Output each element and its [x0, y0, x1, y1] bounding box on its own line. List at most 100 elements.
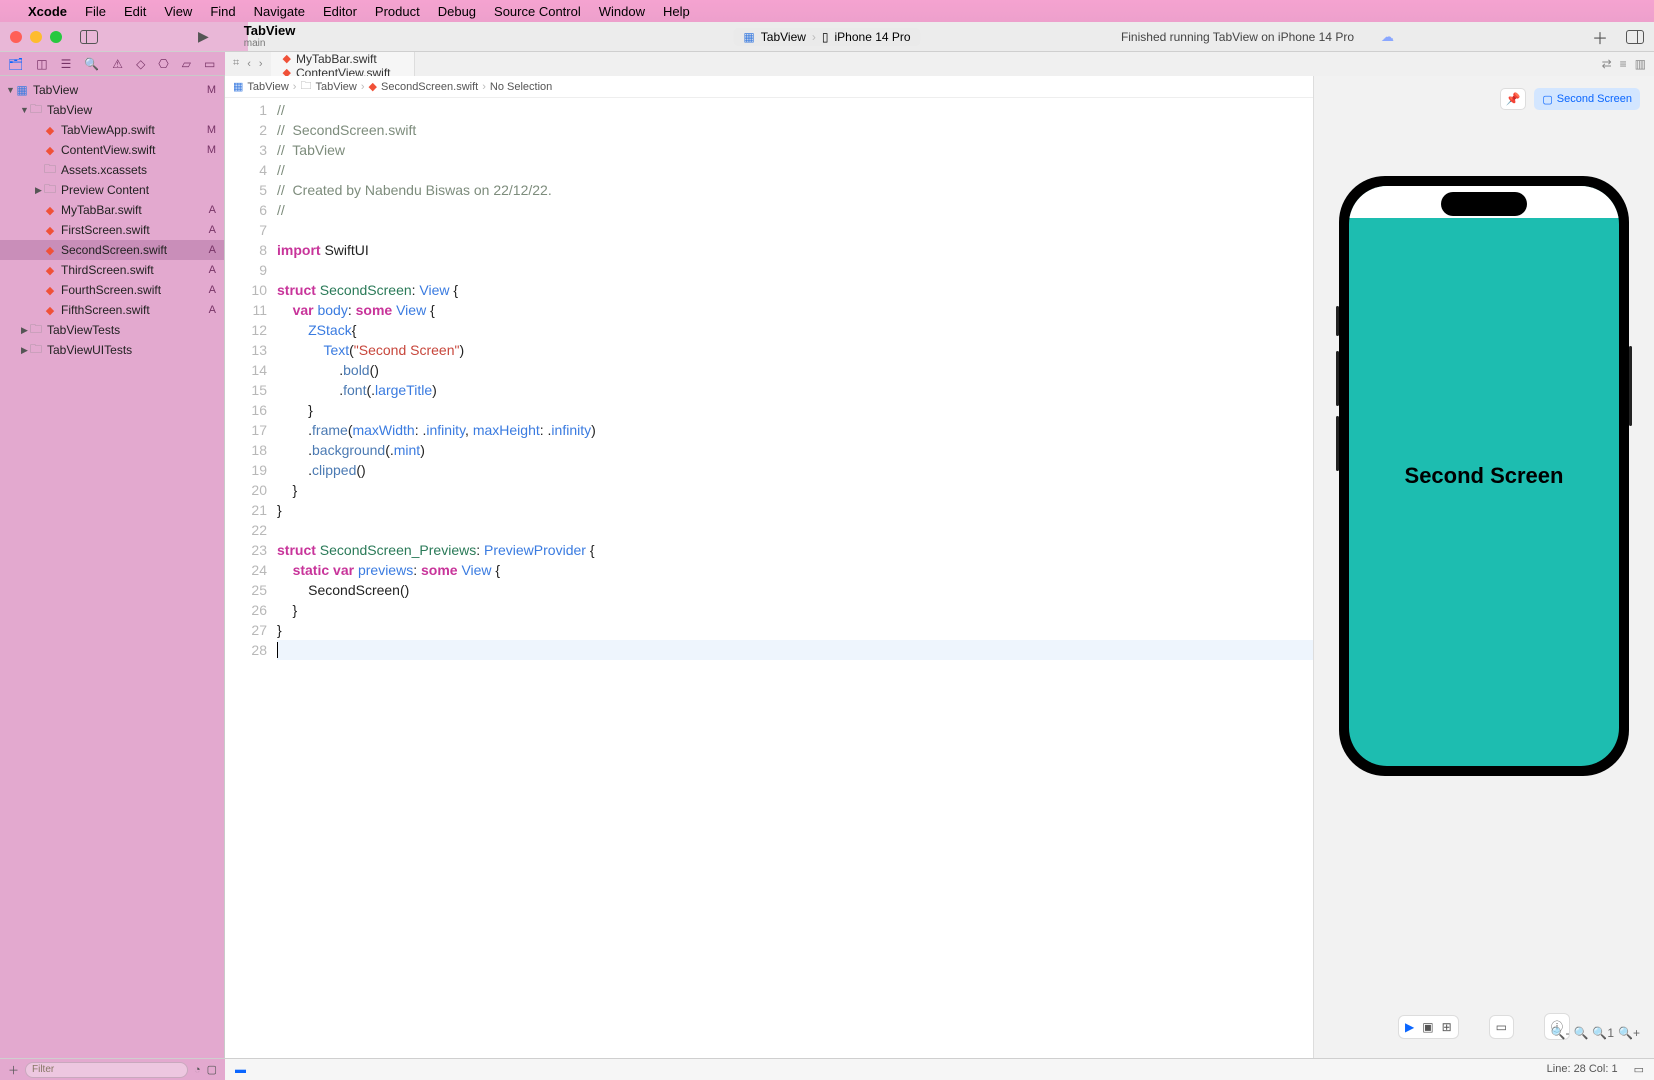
- navigator-item[interactable]: ◆ContentView.swiftM: [0, 140, 224, 160]
- selectable-button[interactable]: ▣: [1422, 1020, 1433, 1034]
- run-button[interactable]: ▶: [198, 28, 209, 45]
- cloud-status-icon[interactable]: ☁︎: [1381, 29, 1394, 45]
- code-content[interactable]: //// SecondScreen.swift// TabView//// Cr…: [277, 98, 1313, 1058]
- scm-filter-icon[interactable]: ◔: [194, 1064, 201, 1076]
- breadcrumb-item[interactable]: No Selection: [490, 81, 552, 93]
- preview-chip-icon: ▢: [1542, 93, 1552, 106]
- editor-options-icon[interactable]: ≡: [1620, 57, 1627, 71]
- menu-item[interactable]: Edit: [124, 4, 146, 19]
- back-button[interactable]: ‹: [247, 58, 251, 70]
- editor-tab[interactable]: ◆ContentView.swift: [271, 66, 416, 76]
- swift-icon: ◆: [46, 244, 54, 257]
- breakpoint-navigator-icon[interactable]: ▱: [182, 57, 191, 71]
- menu-item[interactable]: View: [164, 4, 192, 19]
- menu-item[interactable]: Source Control: [494, 4, 581, 19]
- navigator-item[interactable]: ◆FirstScreen.swiftA: [0, 220, 224, 240]
- scm-badge: A: [198, 304, 216, 316]
- toggle-inspectors-icon[interactable]: [1626, 30, 1644, 44]
- navigator-item[interactable]: ▼🗀TabView: [0, 100, 224, 120]
- run-destination[interactable]: ▦ TabView › ▯ iPhone 14 Pro: [733, 28, 920, 46]
- navigator-label: MyTabBar.swift: [61, 203, 198, 217]
- symbol-navigator-icon[interactable]: ☰: [61, 57, 72, 71]
- disclosure-icon[interactable]: ▶: [20, 345, 29, 356]
- library-button[interactable]: ＋: [1592, 25, 1608, 49]
- navigator-item[interactable]: 🗀Assets.xcassets: [0, 160, 224, 180]
- find-navigator-icon[interactable]: 🔍: [84, 57, 99, 71]
- close-icon[interactable]: [10, 31, 22, 43]
- device-name: iPhone 14 Pro: [835, 30, 911, 44]
- scm-badge: M: [198, 144, 216, 156]
- navigator-item[interactable]: ▼▦TabViewM: [0, 80, 224, 100]
- add-editor-icon[interactable]: ▥: [1635, 57, 1646, 71]
- scm-badge: A: [198, 244, 216, 256]
- device-settings-button[interactable]: ▭: [1496, 1020, 1507, 1034]
- navigator-item[interactable]: ◆SecondScreen.swiftA: [0, 240, 224, 260]
- navigator-label: Assets.xcassets: [61, 163, 198, 177]
- project-navigator-icon[interactable]: 🗂: [8, 57, 23, 71]
- navigator-item[interactable]: ◆TabViewApp.swiftM: [0, 120, 224, 140]
- source-editor[interactable]: 1234567891011121314151617181920212223242…: [225, 98, 1313, 1058]
- disclosure-icon[interactable]: ▶: [34, 185, 43, 196]
- zoom-out-button[interactable]: 🔍-: [1551, 1026, 1570, 1040]
- menu-item[interactable]: Debug: [438, 4, 476, 19]
- navigator-item[interactable]: ◆FifthScreen.swiftA: [0, 300, 224, 320]
- scheme-selector[interactable]: TabView main: [244, 24, 296, 49]
- filter-input[interactable]: Filter: [25, 1062, 188, 1078]
- toggle-debug-area-icon[interactable]: ▭: [1634, 1063, 1644, 1076]
- editor-tab-bar: ⌗ ‹ › ◆MyTabBar.swift◆ContentView.swift◆…: [225, 52, 1654, 76]
- editor-tab[interactable]: ◆MyTabBar.swift: [271, 52, 416, 66]
- navigator-item[interactable]: ◆FourthScreen.swiftA: [0, 280, 224, 300]
- side-button-icon: [1336, 306, 1339, 336]
- breadcrumb[interactable]: ▦ TabView › 🗀 TabView › ◆ SecondScreen.s…: [225, 76, 1313, 98]
- disclosure-icon[interactable]: ▼: [6, 85, 15, 95]
- navigator-item[interactable]: ▶🗀TabViewTests: [0, 320, 224, 340]
- menu-item[interactable]: Product: [375, 4, 420, 19]
- navigator-item[interactable]: ▶🗀TabViewUITests: [0, 340, 224, 360]
- menu-item[interactable]: Window: [599, 4, 645, 19]
- menu-item[interactable]: File: [85, 4, 106, 19]
- tab-label: ContentView.swift: [296, 66, 391, 76]
- test-navigator-icon[interactable]: ◇: [136, 57, 145, 71]
- navigator-label: ContentView.swift: [61, 143, 198, 157]
- navigator-item[interactable]: ◆MyTabBar.swiftA: [0, 200, 224, 220]
- navigator-label: TabView: [33, 83, 198, 97]
- live-preview-button[interactable]: ▶: [1405, 1020, 1414, 1034]
- navigator-label: FirstScreen.swift: [61, 223, 198, 237]
- swift-icon: ◆: [46, 304, 54, 317]
- pin-preview-button[interactable]: 📌: [1500, 88, 1526, 110]
- report-navigator-icon[interactable]: ▭: [204, 57, 215, 71]
- zoom-actual-button[interactable]: 🔍1: [1592, 1026, 1614, 1040]
- breadcrumb-item[interactable]: SecondScreen.swift: [381, 81, 478, 93]
- debug-area-indicator-icon[interactable]: ▬: [235, 1064, 246, 1076]
- issue-navigator-icon[interactable]: ⚠: [112, 57, 123, 71]
- toggle-navigator-icon[interactable]: [80, 30, 98, 44]
- preview-selector-chip[interactable]: ▢ Second Screen: [1534, 88, 1640, 110]
- recent-files-icon[interactable]: ⇄: [1602, 57, 1612, 71]
- menu-item[interactable]: Editor: [323, 4, 357, 19]
- forward-button[interactable]: ›: [259, 58, 263, 70]
- project-navigator[interactable]: ▼▦TabViewM▼🗀TabView◆TabViewApp.swiftM◆Co…: [0, 76, 225, 1058]
- disclosure-icon[interactable]: ▼: [20, 105, 29, 115]
- minimize-icon[interactable]: [30, 31, 42, 43]
- menu-item[interactable]: Navigate: [254, 4, 305, 19]
- menubar[interactable]: Xcode File Edit View Find Navigate Edito…: [0, 0, 1654, 22]
- source-control-navigator-icon[interactable]: ◫: [36, 57, 47, 71]
- navigator-item[interactable]: ▶🗀Preview Content: [0, 180, 224, 200]
- menu-app[interactable]: Xcode: [28, 4, 67, 19]
- menu-item[interactable]: Find: [210, 4, 235, 19]
- zoom-fit-button[interactable]: 🔍: [1573, 1026, 1588, 1040]
- menu-item[interactable]: Help: [663, 4, 690, 19]
- breadcrumb-item[interactable]: TabView: [315, 81, 356, 93]
- recent-filter-icon[interactable]: ▢: [207, 1063, 217, 1076]
- zoom-in-button[interactable]: 🔍+: [1618, 1026, 1640, 1040]
- disclosure-icon[interactable]: ▶: [20, 325, 29, 336]
- related-items-icon[interactable]: ⌗: [233, 57, 239, 70]
- device-screen[interactable]: Second Screen: [1349, 186, 1619, 766]
- variants-button[interactable]: ⊞: [1442, 1020, 1452, 1034]
- breadcrumb-item[interactable]: TabView: [247, 81, 288, 93]
- chevron-right-icon: ›: [812, 30, 816, 44]
- maximize-icon[interactable]: [50, 31, 62, 43]
- add-file-button[interactable]: ＋: [8, 1062, 19, 1078]
- debug-navigator-icon[interactable]: ⎔: [158, 57, 168, 71]
- navigator-item[interactable]: ◆ThirdScreen.swiftA: [0, 260, 224, 280]
